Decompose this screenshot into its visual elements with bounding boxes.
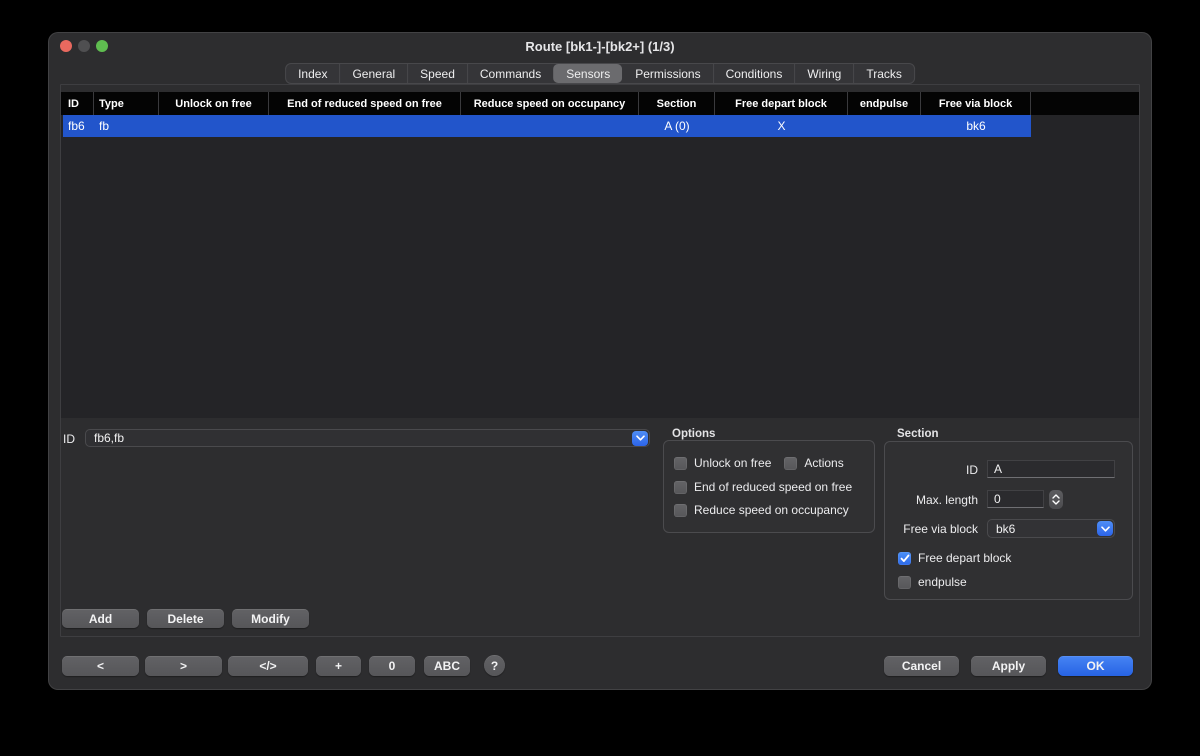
delete-button[interactable]: Delete [147, 609, 224, 628]
actions-label: Actions [804, 456, 843, 470]
add-button[interactable]: Add [62, 609, 139, 628]
window-title: Route [bk1-]-[bk2+] (1/3) [48, 39, 1152, 54]
table-row[interactable]: fb6 fb A (0) X bk6 [63, 115, 1031, 137]
cell-free-depart-block: X [715, 115, 848, 137]
sensor-id-label: ID [63, 432, 75, 446]
endpulse-checkbox[interactable] [898, 576, 911, 589]
actions-checkbox[interactable] [784, 457, 797, 470]
max-length-field[interactable] [987, 490, 1044, 508]
checkmark-icon [900, 554, 910, 563]
tab-commands[interactable]: Commands [467, 64, 553, 83]
unlock-on-free-label: Unlock on free [694, 456, 771, 470]
column-header-unlock-on-free[interactable]: Unlock on free [159, 92, 269, 115]
cell-section: A (0) [639, 115, 715, 137]
cell-free-via-block: bk6 [921, 115, 1031, 137]
plus-button[interactable]: + [316, 656, 361, 676]
chevron-down-icon[interactable] [1097, 521, 1113, 536]
column-header-id[interactable]: ID [63, 92, 94, 115]
tab-permissions[interactable]: Permissions [622, 64, 712, 83]
table-header: ID Type Unlock on free End of reduced sp… [61, 92, 1139, 115]
max-length-stepper[interactable] [1049, 490, 1063, 509]
end-of-reduced-speed-checkbox[interactable] [674, 481, 687, 494]
cancel-button[interactable]: Cancel [884, 656, 959, 676]
next-route-button[interactable]: > [145, 656, 222, 676]
cell-unlock-on-free [159, 115, 269, 137]
tab-speed[interactable]: Speed [407, 64, 467, 83]
section-group-title: Section [897, 428, 939, 440]
free-depart-block-label: Free depart block [918, 551, 1011, 565]
modify-button[interactable]: Modify [232, 609, 309, 628]
cell-reduce-speed [461, 115, 639, 137]
zero-button[interactable]: 0 [369, 656, 415, 676]
chevron-down-icon[interactable] [632, 431, 648, 446]
tab-wiring[interactable]: Wiring [794, 64, 853, 83]
checkbox-row-unlock-actions: Unlock on free Actions [674, 456, 844, 470]
stepper-down-icon [1052, 500, 1060, 505]
xml-code-button[interactable]: </> [228, 656, 308, 676]
endpulse-label: endpulse [918, 575, 967, 589]
tab-index[interactable]: Index [286, 64, 339, 83]
column-header-filler [1031, 92, 1139, 115]
titlebar[interactable]: Route [bk1-]-[bk2+] (1/3) [48, 32, 1152, 60]
end-of-reduced-speed-label: End of reduced speed on free [694, 480, 852, 494]
tab-conditions[interactable]: Conditions [713, 64, 795, 83]
unlock-on-free-checkbox[interactable] [674, 457, 687, 470]
checkbox-row-end-reduced: End of reduced speed on free [674, 480, 852, 494]
column-header-endpulse[interactable]: endpulse [848, 92, 921, 115]
cell-type: fb [94, 115, 159, 137]
tab-general[interactable]: General [339, 64, 407, 83]
column-header-free-via-block[interactable]: Free via block [921, 92, 1031, 115]
column-header-type[interactable]: Type [94, 92, 159, 115]
free-via-block-combobox[interactable]: bk6 [987, 519, 1115, 538]
tab-bar: Index General Speed Commands Sensors Per… [285, 63, 915, 84]
apply-button[interactable]: Apply [971, 656, 1046, 676]
column-header-section[interactable]: Section [639, 92, 715, 115]
sensors-table[interactable]: ID Type Unlock on free End of reduced sp… [61, 92, 1139, 418]
reduce-speed-occupancy-label: Reduce speed on occupancy [694, 503, 849, 517]
help-button[interactable]: ? [484, 655, 505, 676]
section-id-label: ID [892, 463, 978, 477]
tab-tracks[interactable]: Tracks [853, 64, 914, 83]
checkbox-row-reduce-speed: Reduce speed on occupancy [674, 503, 849, 517]
column-header-end-of-reduced-speed[interactable]: End of reduced speed on free [269, 92, 461, 115]
stepper-up-icon [1052, 494, 1060, 499]
free-depart-block-checkbox[interactable] [898, 552, 911, 565]
reduce-speed-occupancy-checkbox[interactable] [674, 504, 687, 517]
cell-id: fb6 [63, 115, 94, 137]
max-length-label: Max. length [892, 493, 978, 507]
cell-end-of-reduced-speed [269, 115, 461, 137]
route-dialog-window: Route [bk1-]-[bk2+] (1/3) Index General … [48, 32, 1152, 690]
checkbox-row-endpulse: endpulse [898, 575, 967, 589]
tab-sensors[interactable]: Sensors [553, 64, 622, 83]
column-header-free-depart-block[interactable]: Free depart block [715, 92, 848, 115]
sensor-id-value: fb6,fb [86, 431, 631, 445]
column-header-reduce-speed-occupancy[interactable]: Reduce speed on occupancy [461, 92, 639, 115]
options-group-title: Options [672, 428, 715, 440]
free-via-block-label: Free via block [892, 522, 978, 536]
prev-route-button[interactable]: < [62, 656, 139, 676]
cell-endpulse [848, 115, 921, 137]
checkbox-row-free-depart: Free depart block [898, 551, 1011, 565]
ok-button[interactable]: OK [1058, 656, 1133, 676]
section-id-field[interactable] [987, 460, 1115, 478]
sensor-id-combobox[interactable]: fb6,fb [85, 429, 650, 447]
free-via-block-value: bk6 [988, 522, 1096, 536]
abc-button[interactable]: ABC [424, 656, 470, 676]
desktop-background: Route [bk1-]-[bk2+] (1/3) Index General … [0, 0, 1200, 756]
